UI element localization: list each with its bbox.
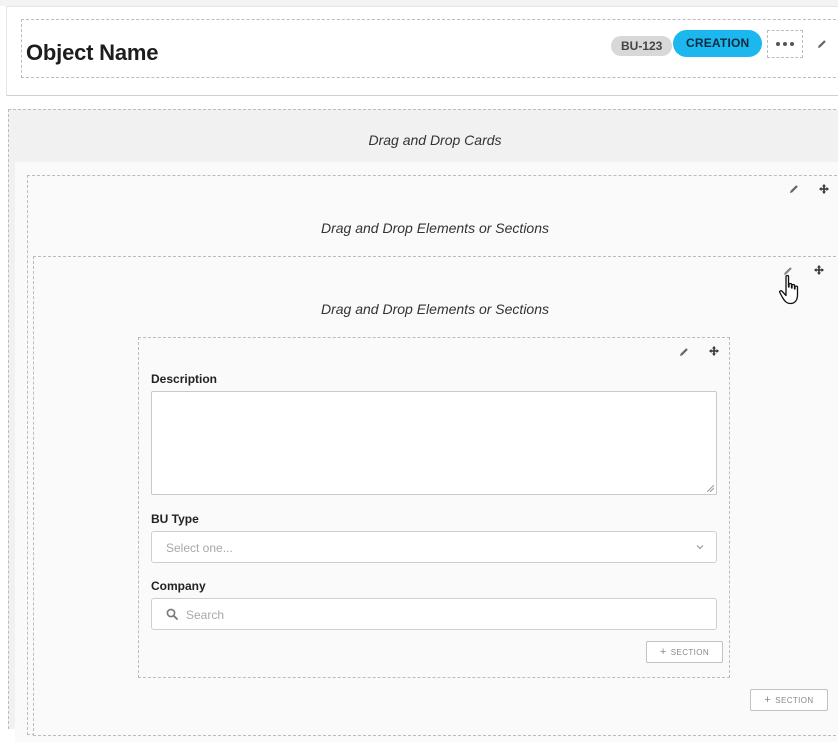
description-label: Description: [151, 372, 218, 386]
company-label: Company: [151, 579, 206, 593]
resize-grip-icon[interactable]: [707, 485, 714, 492]
plus-icon: +: [659, 645, 667, 658]
status-badge[interactable]: CREATION: [673, 30, 763, 57]
header-edit-button[interactable]: [816, 38, 828, 50]
pencil-icon: [680, 348, 688, 356]
move-icon: [819, 184, 829, 194]
pencil-icon: [818, 40, 826, 48]
element-group-edit-button[interactable]: [678, 345, 690, 357]
company-search-input[interactable]: Search: [151, 598, 717, 630]
object-id-badge: BU-123: [611, 36, 673, 56]
move-icon: [709, 346, 719, 356]
ellipsis-icon: [776, 42, 780, 46]
bu-type-select[interactable]: Select one...: [151, 531, 717, 563]
outer-section-drop-caption: Drag and Drop Elements or Sections: [321, 220, 549, 236]
add-section-button-outer[interactable]: + SECTION: [750, 689, 828, 711]
search-icon: [166, 608, 178, 620]
cards-drop-caption: Drag and Drop Cards: [368, 132, 502, 148]
hand-pointer-icon: [779, 274, 799, 305]
inner-section-drop-caption: Drag and Drop Elements or Sections: [321, 301, 549, 317]
plus-icon: +: [764, 693, 772, 706]
bu-type-label: BU Type: [151, 512, 199, 526]
company-search-placeholder: Search: [186, 608, 225, 622]
pencil-icon: [790, 185, 798, 193]
object-title: Object Name: [26, 40, 159, 65]
add-section-button-inner[interactable]: + SECTION: [646, 641, 723, 663]
outer-section-move-handle[interactable]: [818, 182, 830, 194]
add-section-label: SECTION: [775, 695, 814, 705]
inner-section-move-handle[interactable]: [813, 263, 825, 275]
more-options-button[interactable]: [767, 30, 803, 58]
chevron-down-icon: [696, 545, 704, 550]
add-section-label: SECTION: [670, 647, 710, 657]
element-group-move-handle[interactable]: [708, 344, 720, 356]
bu-type-placeholder: Select one...: [166, 541, 233, 555]
move-icon: [814, 265, 824, 275]
object-header: Object Name BU-123 CREATION: [21, 19, 838, 78]
outer-section-edit-button[interactable]: [788, 182, 800, 194]
description-textarea[interactable]: [151, 391, 717, 495]
